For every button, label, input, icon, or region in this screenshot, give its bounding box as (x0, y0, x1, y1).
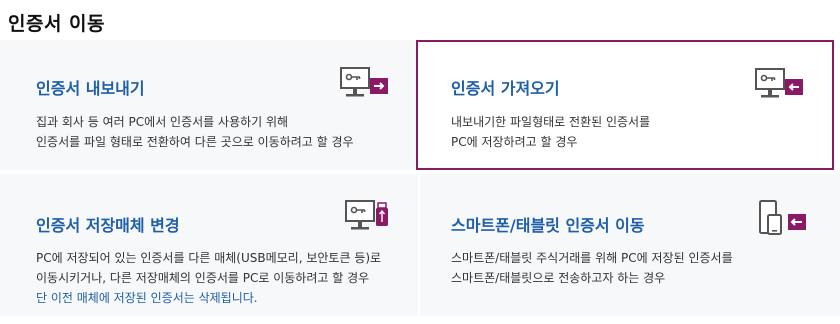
card-import-certificate[interactable]: 인증서 가져오기 내보내기한 파일형태로 전환된 인증서를 PC에 저장하려고 … (416, 40, 834, 170)
card-description: 집과 회사 등 여러 PC에서 인증서를 사용하기 위해 인증서를 파일 형태로… (36, 112, 354, 152)
description-line: 이동시키거나, 다른 저장매체의 인증서를 PC로 이동하려고 할 경우 (36, 271, 370, 285)
card-title: 인증서 저장매체 변경 (36, 216, 180, 235)
card-export-certificate[interactable]: 인증서 내보내기 집과 회사 등 여러 PC에서 인증서를 사용하기 위해 인증… (0, 40, 418, 170)
description-line: 내보내기한 파일형태로 전환된 인증서를 (451, 115, 651, 129)
description-line: 스마트폰/태블릿 주식거래를 위해 PC에 저장된 인증서를 (451, 251, 733, 265)
card-description: 스마트폰/태블릿 주식거래를 위해 PC에 저장된 인증서를 스마트폰/태블릿으… (451, 248, 733, 288)
description-line: 인증서를 파일 형태로 전환하여 다른 곳으로 이동하려고 할 경우 (36, 135, 354, 149)
card-title: 인증서 내보내기 (36, 79, 145, 98)
description-line: PC에 저장하려고 할 경우 (451, 135, 578, 149)
page-title: 인증서 이동 (8, 13, 106, 35)
description-line: 스마트폰/태블릿으로 전송하고자 하는 경우 (451, 271, 666, 285)
description-line: 집과 회사 등 여러 PC에서 인증서를 사용하기 위해 (36, 115, 289, 129)
monitor-usb-icon (345, 200, 388, 230)
card-title: 스마트폰/태블릿 인증서 이동 (451, 216, 645, 235)
card-description: 내보내기한 파일형태로 전환된 인증서를 PC에 저장하려고 할 경우 (451, 112, 650, 152)
certificate-move-options: 인증서 내보내기 집과 회사 등 여러 PC에서 인증서를 사용하기 위해 인증… (0, 40, 840, 320)
monitor-import-icon (755, 68, 803, 98)
card-change-storage-media[interactable]: 인증서 저장매체 변경 PC에 저장되어 있는 인증서를 다른 매체(USB메모… (0, 174, 418, 316)
deletion-note: 단 이전 매체에 저장된 인증서는 삭제됩니다. (36, 291, 258, 305)
phone-tablet-transfer-icon (759, 200, 806, 235)
card-title: 인증서 가져오기 (451, 79, 560, 98)
monitor-export-icon (340, 67, 388, 97)
card-phone-tablet-transfer[interactable]: 스마트폰/태블릿 인증서 이동 스마트폰/태블릿 주식거래를 위해 PC에 저장… (420, 174, 840, 316)
card-description: PC에 저장되어 있는 인증서를 다른 매체(USB메모리, 보안토큰 등)로 … (36, 248, 381, 308)
description-line: PC에 저장되어 있는 인증서를 다른 매체(USB메모리, 보안토큰 등)로 (36, 251, 382, 265)
